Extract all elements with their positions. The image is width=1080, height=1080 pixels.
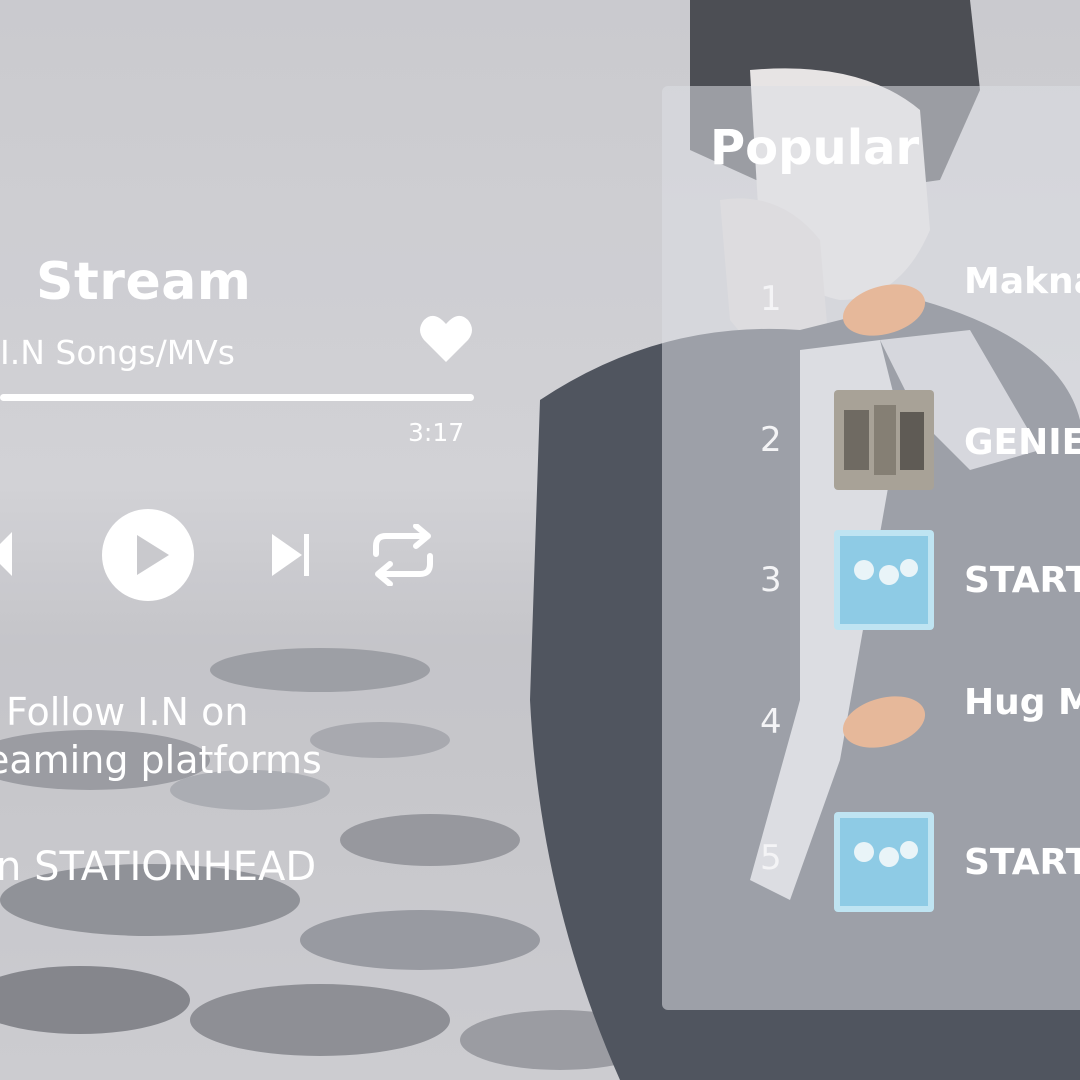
album-art	[842, 284, 926, 336]
track-title: START	[964, 560, 1080, 601]
track-title: GENIE	[964, 422, 1080, 463]
track-row[interactable]: 5 START	[662, 812, 1080, 922]
album-art	[834, 530, 934, 630]
skip-next-icon[interactable]	[270, 530, 314, 580]
track-title: Hug M	[964, 682, 1080, 723]
follow-text-line1: Follow I.N on	[6, 690, 249, 734]
stationhead-text: n STATIONHEAD	[0, 844, 317, 890]
music-player: Stream I.N Songs/MVs 3:17 Follow I.N on …	[0, 0, 520, 1080]
track-number: 5	[760, 838, 782, 878]
track-row[interactable]: 4 Hug M	[662, 672, 1080, 782]
skip-previous-icon[interactable]	[0, 530, 30, 578]
album-art	[842, 696, 926, 748]
track-row[interactable]: 2 GENIE	[662, 390, 1080, 500]
heart-icon[interactable]	[418, 312, 474, 364]
popular-title: Popular	[710, 120, 920, 176]
progress-bar[interactable]	[0, 394, 474, 401]
track-row[interactable]: 3 START	[662, 530, 1080, 640]
track-number: 2	[760, 420, 782, 460]
follow-text-line2: eaming platforms	[0, 738, 322, 782]
track-number: 4	[760, 702, 782, 742]
repeat-icon[interactable]	[368, 524, 438, 586]
play-button[interactable]	[101, 508, 195, 602]
player-subtitle: I.N Songs/MVs	[0, 333, 235, 372]
album-art	[834, 390, 934, 490]
track-row[interactable]: 1 Makna	[662, 255, 1080, 365]
track-number: 3	[760, 560, 782, 600]
track-title: Makna	[964, 261, 1080, 302]
track-duration: 3:17	[408, 418, 465, 447]
track-number: 1	[760, 279, 782, 319]
album-art	[834, 812, 934, 912]
track-title: START	[964, 842, 1080, 883]
player-title: Stream	[36, 252, 252, 312]
